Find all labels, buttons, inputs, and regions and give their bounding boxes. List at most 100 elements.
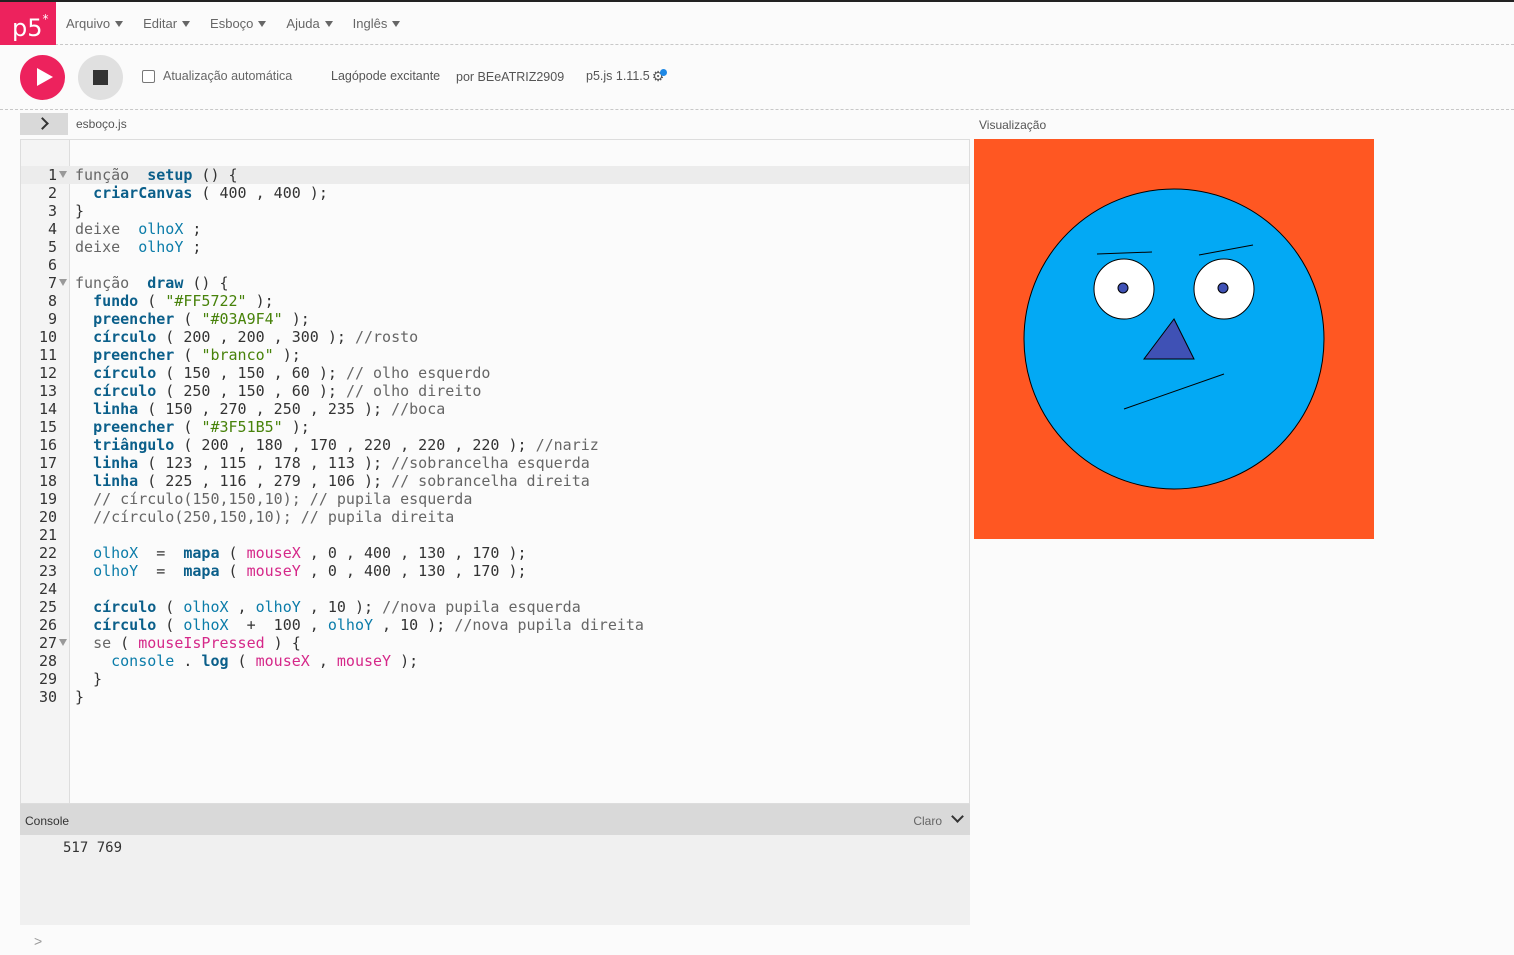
line-number: 2: [47, 184, 57, 202]
line-number: 9: [47, 310, 57, 328]
main-menu: Arquivo Editar Esboço Ajuda Inglês: [66, 2, 420, 45]
top-nav: p5* Arquivo Editar Esboço Ajuda Inglês: [0, 0, 1514, 45]
file-tab-name: esboço.js: [76, 117, 127, 131]
version-info[interactable]: p5.js 1.11.5 ⚙: [586, 69, 664, 83]
code-text: deixe olhoX ;: [75, 220, 202, 238]
fold-arrow-icon[interactable]: [59, 279, 67, 286]
line-number: 15: [38, 418, 57, 436]
menu-ajuda[interactable]: Ajuda: [286, 16, 333, 31]
console-input[interactable]: >: [20, 925, 970, 955]
menu-ajuda-label: Ajuda: [286, 16, 320, 31]
menu-esboco[interactable]: Esboço: [210, 16, 267, 31]
version-label: p5.js 1.11.5: [586, 69, 650, 83]
code-text: fundo ( "#FF5722" );: [93, 292, 274, 310]
line-number: 13: [38, 382, 57, 400]
menu-language-label: Inglês: [352, 16, 388, 31]
expand-sidebar-button[interactable]: [20, 113, 68, 135]
play-button[interactable]: [20, 55, 65, 100]
line-number: 24: [38, 580, 57, 598]
left-pupil: [1117, 282, 1129, 294]
sketch-name[interactable]: Lagópode excitante: [331, 69, 440, 83]
line-number: 16: [38, 436, 57, 454]
code-text: preencher ( "branco" );: [93, 346, 301, 364]
code-text: triângulo ( 200 , 180 , 170 , 220 , 220 …: [93, 436, 599, 454]
line-number: 25: [38, 598, 57, 616]
line-number: 21: [38, 526, 57, 544]
code-text: círculo ( 150 , 150 , 60 ); // olho esqu…: [93, 364, 491, 382]
code-text: }: [75, 670, 103, 688]
line-number: 18: [38, 472, 57, 490]
code-text: círculo ( 250 , 150 , 60 ); // olho dire…: [93, 382, 482, 400]
code-text: círculo ( olhoX , olhoY , 10 ); //nova p…: [93, 598, 581, 616]
line-number: 14: [38, 400, 57, 418]
right-pupil: [1217, 282, 1229, 294]
p5-logo[interactable]: p5*: [0, 2, 56, 45]
code-text: função draw () {: [75, 274, 229, 292]
preview-canvas[interactable]: [974, 139, 1374, 539]
code-editor[interactable]: 1 função setup () { 2 criarCanvas ( 400 , …: [20, 139, 970, 804]
notification-dot: [660, 69, 667, 76]
line-number: 17: [38, 454, 57, 472]
line-number: 23: [38, 562, 57, 580]
chevron-down-icon: [115, 20, 124, 27]
code-text: console . log ( mouseX , mouseY );: [111, 652, 419, 670]
code-text: linha ( 123 , 115 , 178 , 113 ); //sobra…: [93, 454, 590, 472]
sketch-author[interactable]: por BEeATRIZ2909: [456, 70, 564, 84]
line-number: 12: [38, 364, 57, 382]
logo-asterisk: *: [42, 12, 49, 26]
code-text: }: [75, 688, 85, 706]
line-number: 7: [47, 274, 57, 292]
code-text: linha ( 225 , 116 , 279 , 106 ); // sobr…: [93, 472, 590, 490]
code-text: função setup () {: [75, 166, 238, 184]
line-number: 4: [47, 220, 57, 238]
line-number: 6: [47, 256, 57, 274]
line-number: 28: [38, 652, 57, 670]
menu-arquivo[interactable]: Arquivo: [66, 16, 124, 31]
menu-arquivo-label: Arquivo: [66, 16, 111, 31]
chevron-down-icon: [182, 20, 191, 27]
console-theme-label[interactable]: Claro: [913, 814, 942, 828]
logo-text: p5: [12, 14, 43, 42]
code-text: //círculo(250,150,10); // pupila direita: [93, 508, 455, 526]
menu-editar-label: Editar: [143, 16, 178, 31]
line-number: 1: [47, 166, 57, 184]
code-text: círculo ( olhoX + 100 , olhoY , 10 ); //…: [93, 616, 644, 634]
code-text: criarCanvas ( 400 , 400 );: [93, 184, 328, 202]
chevron-down-icon: [392, 20, 401, 27]
console-header: Console Claro: [20, 804, 970, 835]
autorefresh-label: Atualização automática: [163, 69, 293, 83]
code-text: // círculo(150,150,10); // pupila esquer…: [93, 490, 473, 508]
line-number: 3: [47, 202, 57, 220]
code-text: preencher ( "#03A9F4" );: [93, 310, 310, 328]
line-number: 19: [38, 490, 57, 508]
code-text: olhoX = mapa ( mouseX , 0 , 400 , 130 , …: [93, 544, 527, 562]
line-number: 27: [38, 634, 57, 652]
stop-button[interactable]: [78, 55, 123, 100]
line-number: 5: [47, 238, 57, 256]
line-number: 22: [38, 544, 57, 562]
code-text: }: [75, 202, 85, 220]
line-number: 10: [38, 328, 57, 346]
chevron-down-icon: [324, 20, 333, 27]
sketch-drawing: [1023, 188, 1325, 490]
code-text: se ( mouseIsPressed ) {: [93, 634, 301, 652]
fold-arrow-icon[interactable]: [59, 639, 67, 646]
console-prompt: >: [34, 933, 43, 949]
line-number: 29: [38, 670, 57, 688]
code-text: olhoY = mapa ( mouseY , 0 , 400 , 130 , …: [93, 562, 527, 580]
chevron-down-icon[interactable]: [951, 810, 964, 823]
code-text: linha ( 150 , 270 , 250 , 235 ); //boca: [93, 400, 446, 418]
line-number: 20: [38, 508, 57, 526]
console-output: 517 769: [20, 835, 970, 925]
code-text: deixe olhoY ;: [75, 238, 202, 256]
menu-editar[interactable]: Editar: [143, 16, 191, 31]
menu-esboco-label: Esboço: [210, 16, 254, 31]
fold-arrow-icon[interactable]: [59, 171, 67, 178]
line-number: 26: [38, 616, 57, 634]
autorefresh-checkbox[interactable]: [142, 69, 155, 83]
line-number: 30: [38, 688, 57, 706]
console-title: Console: [25, 814, 70, 828]
autorefresh-toggle[interactable]: Atualização automática: [142, 69, 292, 83]
menu-language[interactable]: Inglês: [353, 16, 401, 31]
line-number: 11: [38, 346, 57, 364]
